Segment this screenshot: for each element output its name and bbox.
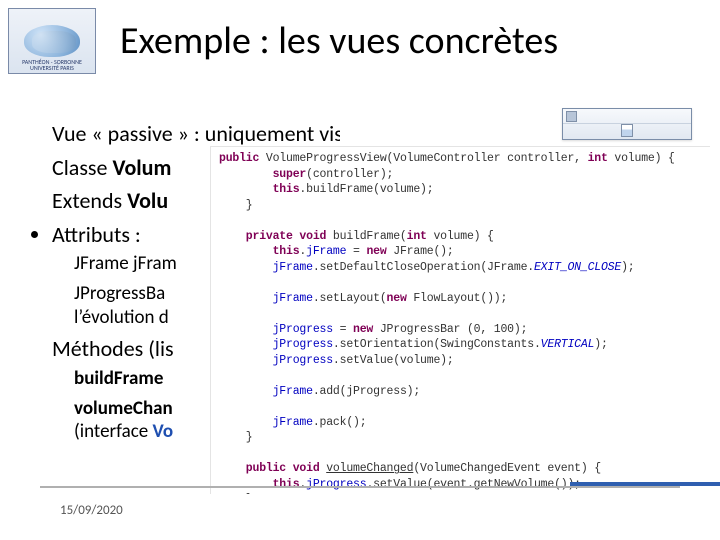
- footer-rule: [40, 486, 680, 488]
- bullet-4: Attributs :: [52, 221, 141, 248]
- university-logo: PANTHÉON - SORBONNE UNIVERSITÉ PARIS: [8, 8, 96, 74]
- footer-date: 15/09/2020: [60, 503, 123, 518]
- sub-2a: JProgressBa: [74, 282, 165, 305]
- slide-title: Exemple : les vues concrètes: [120, 18, 700, 64]
- code-panel: public VolumeProgressView(VolumeControll…: [210, 146, 710, 494]
- bullet-2-pre: Classe: [52, 154, 112, 181]
- sub-1: JFrame jFram: [74, 252, 177, 275]
- sub-4a: volumeChan: [74, 397, 173, 420]
- sub-4b-pre: (interface: [74, 420, 152, 443]
- sub-2b: l’évolution d: [74, 306, 169, 329]
- bullet-5: Méthodes (lis: [52, 335, 174, 362]
- bullet-3-kw: Volu: [127, 187, 168, 214]
- app-window-preview: [562, 108, 692, 140]
- bullet-1: Vue « passive » : uniquement visualisati…: [52, 120, 340, 147]
- progress-bar-preview: [621, 124, 633, 137]
- window-icon: [566, 111, 577, 122]
- slide: PANTHÉON - SORBONNE UNIVERSITÉ PARIS Exe…: [0, 0, 720, 540]
- footer-accent: [570, 482, 720, 486]
- sub-3: buildFrame: [74, 367, 163, 390]
- bullet-3-pre: Extends: [52, 187, 127, 214]
- logo-line2: UNIVERSITÉ PARIS: [11, 65, 93, 71]
- sub-4b-kw: Vo: [152, 420, 173, 443]
- bullet-2-kw: Volum: [112, 154, 171, 181]
